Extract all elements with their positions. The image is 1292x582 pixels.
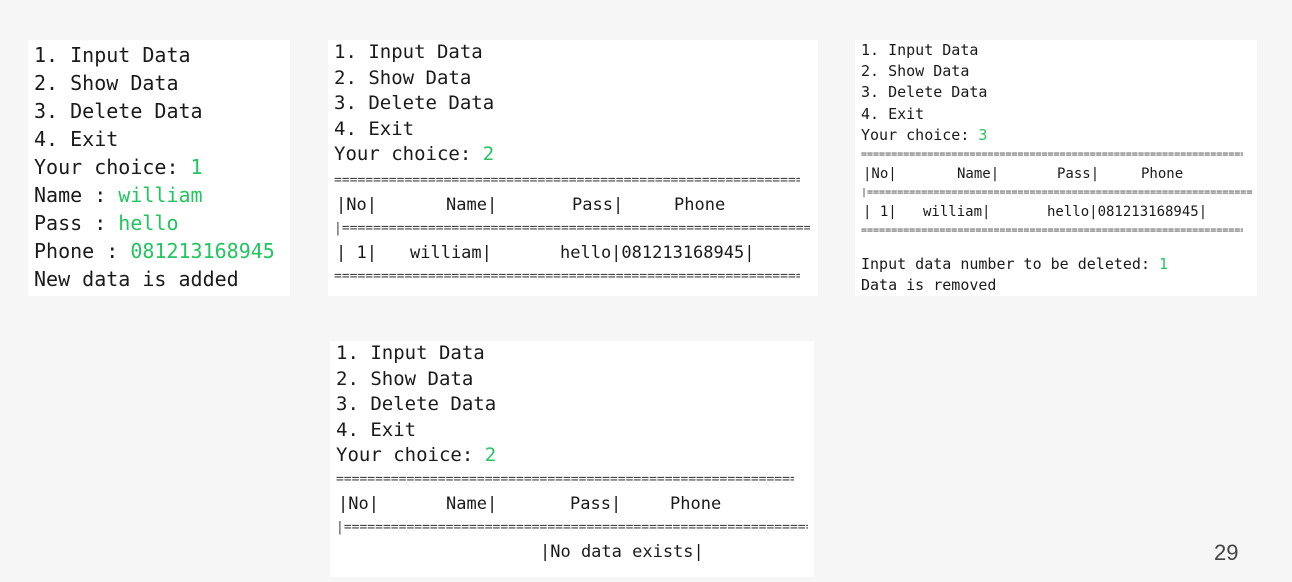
header-pass: Pass| [1057,166,1100,182]
menu-item-exit: 4. Exit [334,117,415,140]
delete-line: Input data number to be deleted: 1 [861,254,1168,275]
data-table: ========================================… [861,150,1253,236]
menu-item-input-data: 1. Input Data [334,41,483,63]
result-message: New data is added [34,267,239,291]
phone-label: Phone : [34,239,131,263]
table-rule-bottom: ========================================… [334,270,800,284]
header-phone: Phone [674,195,726,215]
table-header-row: |No| Name| Pass| Phone [861,160,1253,188]
data-table: ========================================… [334,174,810,284]
choice-prompt: Your choice: [336,444,485,466]
choice-value: 1 [190,155,203,179]
pass-line: Pass : hello [34,209,290,237]
header-phone: Phone [1141,166,1184,182]
table-rule-mid: |=======================================… [334,222,810,236]
table-rule-mid: |=======================================… [861,188,1253,198]
menu-item-show-data: 2. Show Data [861,62,970,81]
cell-no: | 1| [336,243,377,263]
delete-value: 1 [1159,255,1169,273]
menu-item-show-data: 2. Show Data [34,71,179,95]
header-no: |No| [863,166,897,182]
header-pass: Pass| [572,195,624,215]
cell-pass-phone: hello|081213168945| [1047,204,1208,220]
menu-item-show-data: 2. Show Data [334,66,472,89]
choice-line: Your choice: 1 [34,153,290,181]
menu-item-input-data: 1. Input Data [336,342,485,364]
empty-row: |No data exists| [336,535,808,569]
choice-line: Your choice: 2 [334,142,818,168]
name-value: william [118,183,203,207]
empty-message: |No data exists| [540,542,704,562]
pass-label: Pass : [34,211,119,235]
pass-value: hello [118,211,179,235]
menu-item-delete-data: 3. Delete Data [334,92,495,114]
menu-item-input-data: 1. Input Data [34,43,191,67]
menu-item-delete-data: 3. Delete Data [34,99,203,123]
header-name: Name| [957,166,1000,182]
table-row: | 1| william| hello|081213168945| [334,236,810,270]
console-panel-input: 1. Input Data 2. Show Data 3. Delete Dat… [28,40,290,296]
choice-value: 3 [978,125,988,144]
choice-value: 2 [484,444,497,466]
delete-prompt: Input data number to be deleted: [861,255,1160,273]
header-no: |No| [336,195,377,215]
menu-item-delete-data: 3. Delete Data [861,83,988,102]
menu-item-exit: 4. Exit [34,127,119,151]
header-no: |No| [338,494,379,514]
menu-item-exit: 4. Exit [861,104,925,123]
header-phone: Phone [670,494,722,514]
header-name: Name| [446,494,498,514]
phone-line: Phone : 081213168945 [34,237,290,265]
phone-value: 081213168945 [130,239,275,263]
cell-name: william| [410,243,492,263]
page-number: 29 [1214,540,1239,565]
choice-prompt: Your choice: [861,125,979,144]
menu-item-input-data: 1. Input Data [861,41,979,59]
cell-pass-phone: hello|081213168945| [560,243,755,263]
cell-no: | 1| [863,204,897,220]
choice-value: 2 [482,143,495,165]
table-rule-top: ========================================… [334,174,800,188]
menu-item-delete-data: 3. Delete Data [336,393,497,415]
data-table: ========================================… [336,473,808,569]
result-message: Data is removed [861,276,997,295]
console-panel-show-empty: 1. Input Data 2. Show Data 3. Delete Dat… [330,341,814,577]
cell-name: william| [923,204,991,220]
choice-prompt: Your choice: [334,143,483,165]
table-row: | 1| william| hello|081213168945| [861,198,1253,226]
header-name: Name| [446,195,498,215]
menu-item-exit: 4. Exit [336,418,417,441]
name-label: Name : [34,183,119,207]
header-pass: Pass| [570,494,622,514]
table-rule-bottom: ========================================… [861,226,1243,236]
table-rule-mid: |=======================================… [336,521,808,535]
table-rule-top: ========================================… [336,473,794,487]
choice-prompt: Your choice: [34,155,191,179]
console-panel-delete: 1. Input Data 2. Show Data 3. Delete Dat… [855,40,1257,296]
table-rule-top: ========================================… [861,150,1243,160]
console-panel-show: 1. Input Data 2. Show Data 3. Delete Dat… [328,40,818,296]
menu-item-show-data: 2. Show Data [336,367,474,390]
choice-line: Your choice: 3 [861,125,1257,146]
table-header-row: |No| Name| Pass| Phone [336,487,808,521]
name-line: Name : william [34,181,290,209]
choice-line: Your choice: 2 [336,443,814,469]
table-header-row: |No| Name| Pass| Phone [334,188,810,222]
